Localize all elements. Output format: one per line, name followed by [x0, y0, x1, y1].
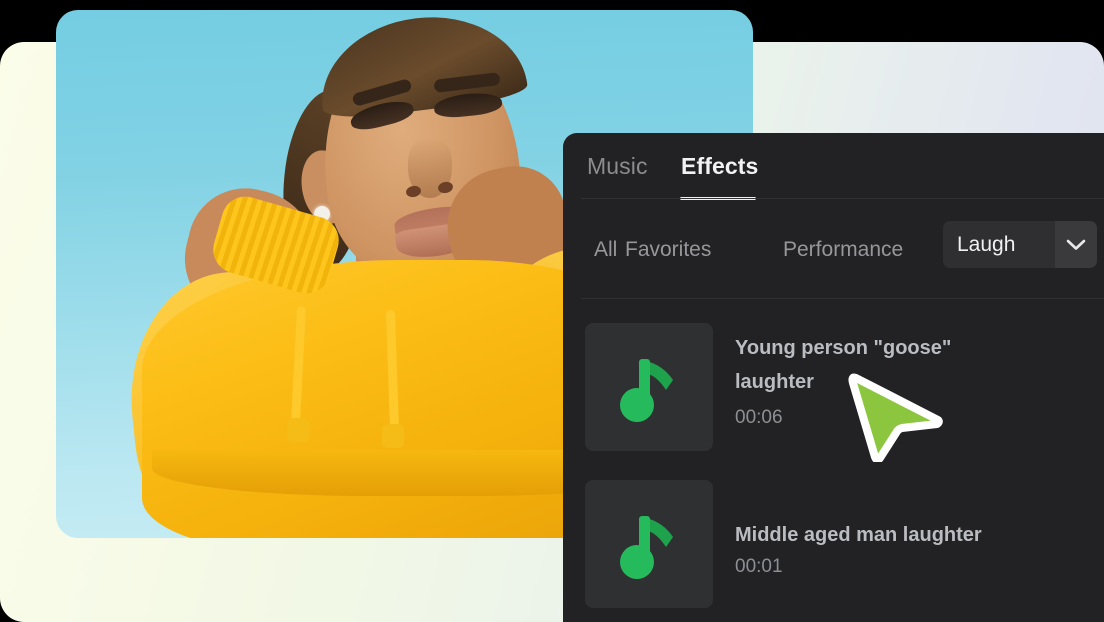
list-item-title: Young person "goose" laughter [735, 337, 952, 393]
filter-performance[interactable]: Performance [783, 238, 903, 262]
panel-tabs: Music Effects [563, 133, 1104, 200]
audio-library-panel: Music Effects All Favorites Performance … [563, 133, 1104, 622]
list-item[interactable]: Middle aged man laughter 00:01 [563, 466, 1104, 622]
effects-list: Young person "goose" laughter 00:06 Midd… [563, 309, 1104, 622]
music-note-icon [585, 480, 713, 608]
list-item-duration: 00:01 [735, 556, 783, 577]
list-item[interactable]: Young person "goose" laughter 00:06 [563, 309, 1104, 466]
list-item-title: Middle aged man laughter [735, 524, 982, 546]
photo-drawstring-knot-left [287, 418, 309, 442]
filter-row: All Favorites Performance Laugh [563, 200, 1104, 298]
music-note-icon [585, 323, 713, 451]
filter-favorites[interactable]: Favorites [625, 238, 711, 262]
list-divider [581, 298, 1104, 299]
filter-all[interactable]: All [594, 238, 617, 262]
tabs-divider [581, 198, 1104, 199]
photo-drawstring-knot-right [382, 424, 404, 448]
category-dropdown[interactable]: Laugh [943, 221, 1097, 268]
tab-music[interactable]: Music [587, 153, 648, 180]
list-item-duration: 00:06 [735, 407, 783, 428]
category-dropdown-value: Laugh [943, 221, 1055, 268]
tab-effects[interactable]: Effects [681, 153, 758, 180]
chevron-down-icon[interactable] [1055, 221, 1097, 268]
